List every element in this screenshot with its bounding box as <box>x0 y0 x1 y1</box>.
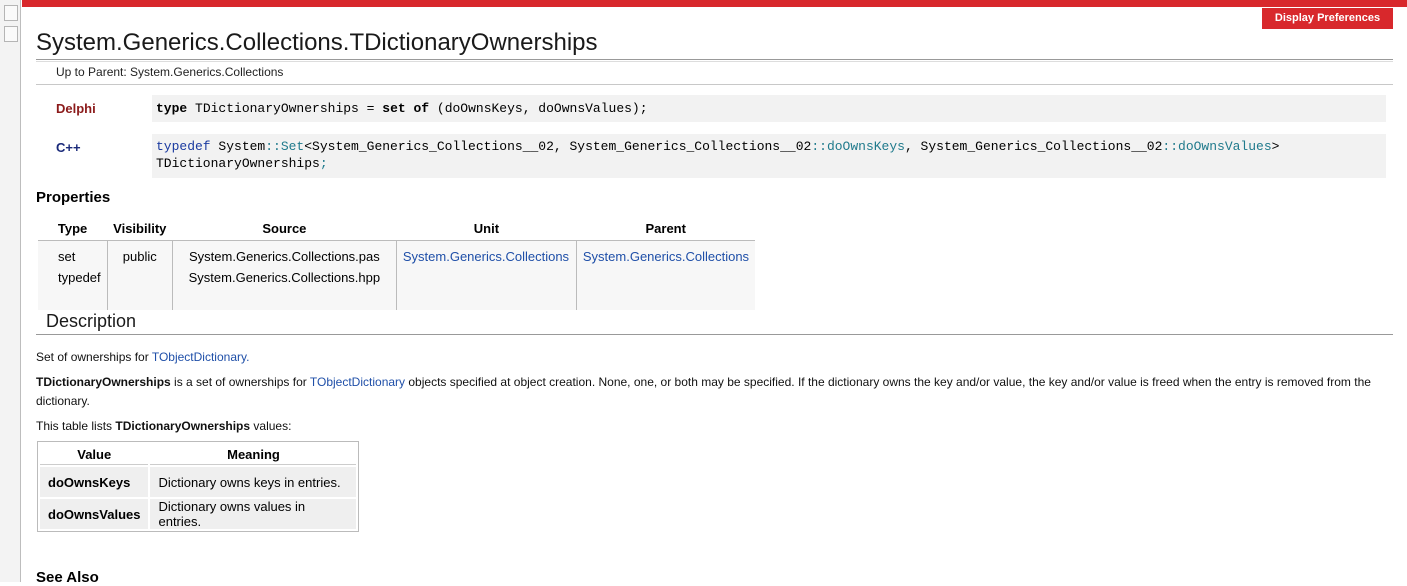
set-type: Set <box>280 139 305 154</box>
visibility-value: public <box>122 249 157 264</box>
paragraph-text: is a set of ownerships for <box>170 375 310 389</box>
keyword: type <box>156 101 188 116</box>
keyword: typedef <box>156 139 211 154</box>
values-table: Value Meaning doOwnsKeys Dictionary owns… <box>37 441 360 532</box>
type-value: set <box>58 249 76 264</box>
properties-table: Type Visibility Source Unit Parent set t… <box>38 217 756 310</box>
code-text: , System_Generics_Collections__02 <box>904 139 1163 154</box>
unit-cell: System.Generics.Collections <box>395 240 577 310</box>
column-header: Meaning <box>150 444 357 465</box>
description-body: TDictionaryOwnerships is a set of owners… <box>36 373 1386 411</box>
source-value: System.Generics.Collections.pas <box>189 249 380 264</box>
title-divider <box>36 59 1393 62</box>
cpp-label: C++ <box>56 140 81 155</box>
parent-link[interactable]: System.Generics.Collections <box>583 249 749 264</box>
cpp-line-2: TDictionaryOwnerships; <box>156 155 1382 172</box>
frame-scroll-marker <box>4 26 18 42</box>
cpp-declaration: typedef System::Set<System_Generics_Coll… <box>152 134 1386 178</box>
scope-operator: :: <box>811 139 827 154</box>
unit-link[interactable]: System.Generics.Collections <box>403 249 569 264</box>
left-frame-edge <box>0 0 21 582</box>
column-header: Value <box>40 444 149 465</box>
value-cell: doOwnsKeys <box>40 467 149 497</box>
code-text: System <box>210 139 266 154</box>
column-header: Visibility <box>107 217 173 241</box>
description-divider <box>36 334 1393 335</box>
values-intro: This table lists TDictionaryOwnerships v… <box>36 417 1386 436</box>
type-cell: set typedef <box>38 240 108 310</box>
description-summary: Set of ownerships for TObjectDictionary. <box>36 348 1386 367</box>
type-name: TDictionaryOwnerships <box>36 375 171 389</box>
see-also-heading: See Also <box>36 569 99 586</box>
page-title: System.Generics.Collections.TDictionaryO… <box>36 29 598 56</box>
delphi-declaration: type TDictionaryOwnerships = set of (doO… <box>152 95 1386 122</box>
meaning-cell: Dictionary owns keys in entries. <box>150 467 357 497</box>
type-value: typedef <box>58 270 101 285</box>
paragraph-text: values: <box>250 419 292 433</box>
paragraph-text: This table lists <box>36 419 116 433</box>
parent-cell: System.Generics.Collections <box>575 240 756 310</box>
keyword: set <box>382 101 406 116</box>
paragraph-text: Set of ownerships for <box>36 350 152 364</box>
visibility-cell: public <box>106 240 173 310</box>
meaning-cell: Dictionary owns values in entries. <box>150 499 357 529</box>
source-cell: System.Generics.Collections.pas System.G… <box>171 240 397 310</box>
top-accent-bar <box>22 0 1407 7</box>
column-header: Unit <box>396 217 577 241</box>
type-name: TDictionaryOwnerships <box>115 419 251 433</box>
code-text: > <box>1271 139 1280 154</box>
cpp-line-1: typedef System::Set<System_Generics_Coll… <box>156 138 1382 155</box>
scope-operator: :: <box>265 139 281 154</box>
properties-heading: Properties <box>36 189 111 206</box>
keyword: of <box>413 101 430 116</box>
enum-value: doOwnsValues <box>1178 139 1272 154</box>
paragraph-text: . <box>246 350 250 364</box>
tobjectdictionary-link[interactable]: TObjectDictionary <box>152 350 246 364</box>
delphi-label: Delphi <box>56 101 96 116</box>
enum-value: doOwnsKeys <box>826 139 905 154</box>
value-cell: doOwnsValues <box>40 499 149 529</box>
table-header-row: Value Meaning <box>40 444 357 465</box>
frame-scroll-marker <box>4 5 18 21</box>
table-row: set typedef public System.Generics.Colle… <box>38 240 756 310</box>
breadcrumb-divider <box>36 84 1393 85</box>
code-text: (doOwnsKeys, doOwnsValues); <box>429 101 648 116</box>
description-heading: Description <box>46 311 137 331</box>
code-text: TDictionaryOwnerships <box>156 156 320 171</box>
code-text: <System_Generics_Collections__02, System… <box>304 139 812 154</box>
breadcrumb[interactable]: Up to Parent: System.Generics.Collection… <box>56 65 283 79</box>
table-row: doOwnsKeys Dictionary owns keys in entri… <box>40 467 357 497</box>
column-header: Parent <box>576 217 756 241</box>
code-text: TDictionaryOwnerships = <box>187 101 383 116</box>
source-value: System.Generics.Collections.hpp <box>188 270 381 285</box>
table-row: doOwnsValues Dictionary owns values in e… <box>40 499 357 529</box>
table-header-row: Type Visibility Source Unit Parent <box>38 217 756 241</box>
tobjectdictionary-link[interactable]: TObjectDictionary <box>310 375 405 389</box>
scope-operator: :: <box>1162 139 1179 154</box>
column-header: Source <box>172 217 397 241</box>
display-preferences-button[interactable]: Display Preferences <box>1262 8 1393 29</box>
semicolon: ; <box>319 156 328 171</box>
column-header: Type <box>38 217 108 241</box>
